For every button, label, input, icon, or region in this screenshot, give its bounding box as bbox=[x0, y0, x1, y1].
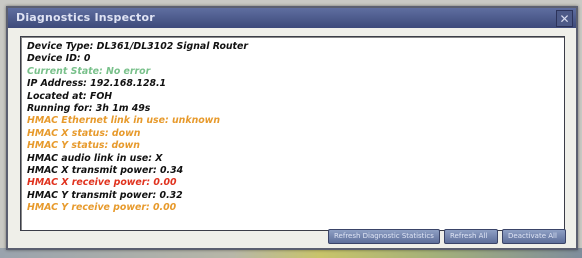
hmac-x-transmit-line: HMAC X transmit power: 0.34 bbox=[27, 165, 184, 177]
diagnostics-dialog: Diagnostics Inspector ✕ Device Type: DL3… bbox=[6, 6, 578, 250]
device-type-line: Device Type: DL361/DL3102 Signal Router bbox=[27, 41, 249, 52]
button-row: Refresh Diagnostic Statistics Refresh Al… bbox=[328, 229, 566, 244]
close-icon: ✕ bbox=[559, 11, 570, 26]
info-list: Device Type: DL361/DL3102 Signal Router … bbox=[27, 41, 248, 215]
refresh-diagnostic-statistics-button[interactable]: Refresh Diagnostic Statistics bbox=[328, 229, 440, 244]
close-button[interactable]: ✕ bbox=[556, 10, 573, 27]
refresh-all-button[interactable]: Refresh All bbox=[444, 229, 498, 244]
title-bar[interactable]: Diagnostics Inspector ✕ bbox=[8, 8, 576, 28]
hmac-y-transmit-line: HMAC Y transmit power: 0.32 bbox=[27, 189, 183, 201]
hmac-x-receive-line: HMAC X receive power: 0.00 bbox=[27, 177, 177, 189]
ip-address-line: IP Address: 192.168.128.1 bbox=[27, 78, 167, 90]
hmac-audio-link-line: HMAC audio link in use: X bbox=[27, 152, 163, 164]
info-panel: Device Type: DL361/DL3102 Signal Router … bbox=[20, 36, 565, 231]
deactivate-all-button[interactable]: Deactivate All bbox=[502, 229, 566, 244]
window-title: Diagnostics Inspector bbox=[16, 11, 155, 24]
hmac-y-status-line: HMAC Y status: down bbox=[27, 140, 140, 152]
hmac-ethernet-link-line: HMAC Ethernet link in use: unknown bbox=[27, 115, 221, 127]
hmac-x-status-line: HMAC X status: down bbox=[27, 127, 141, 139]
uptime-line: Running for: 3h 1m 49s bbox=[27, 103, 151, 115]
hmac-y-receive-line: HMAC Y receive power: 0.00 bbox=[27, 202, 177, 214]
device-id-line: Device ID: 0 bbox=[27, 53, 91, 65]
location-line: Located at: FOH bbox=[27, 90, 113, 102]
current-state-line: Current State: No error bbox=[27, 65, 151, 77]
